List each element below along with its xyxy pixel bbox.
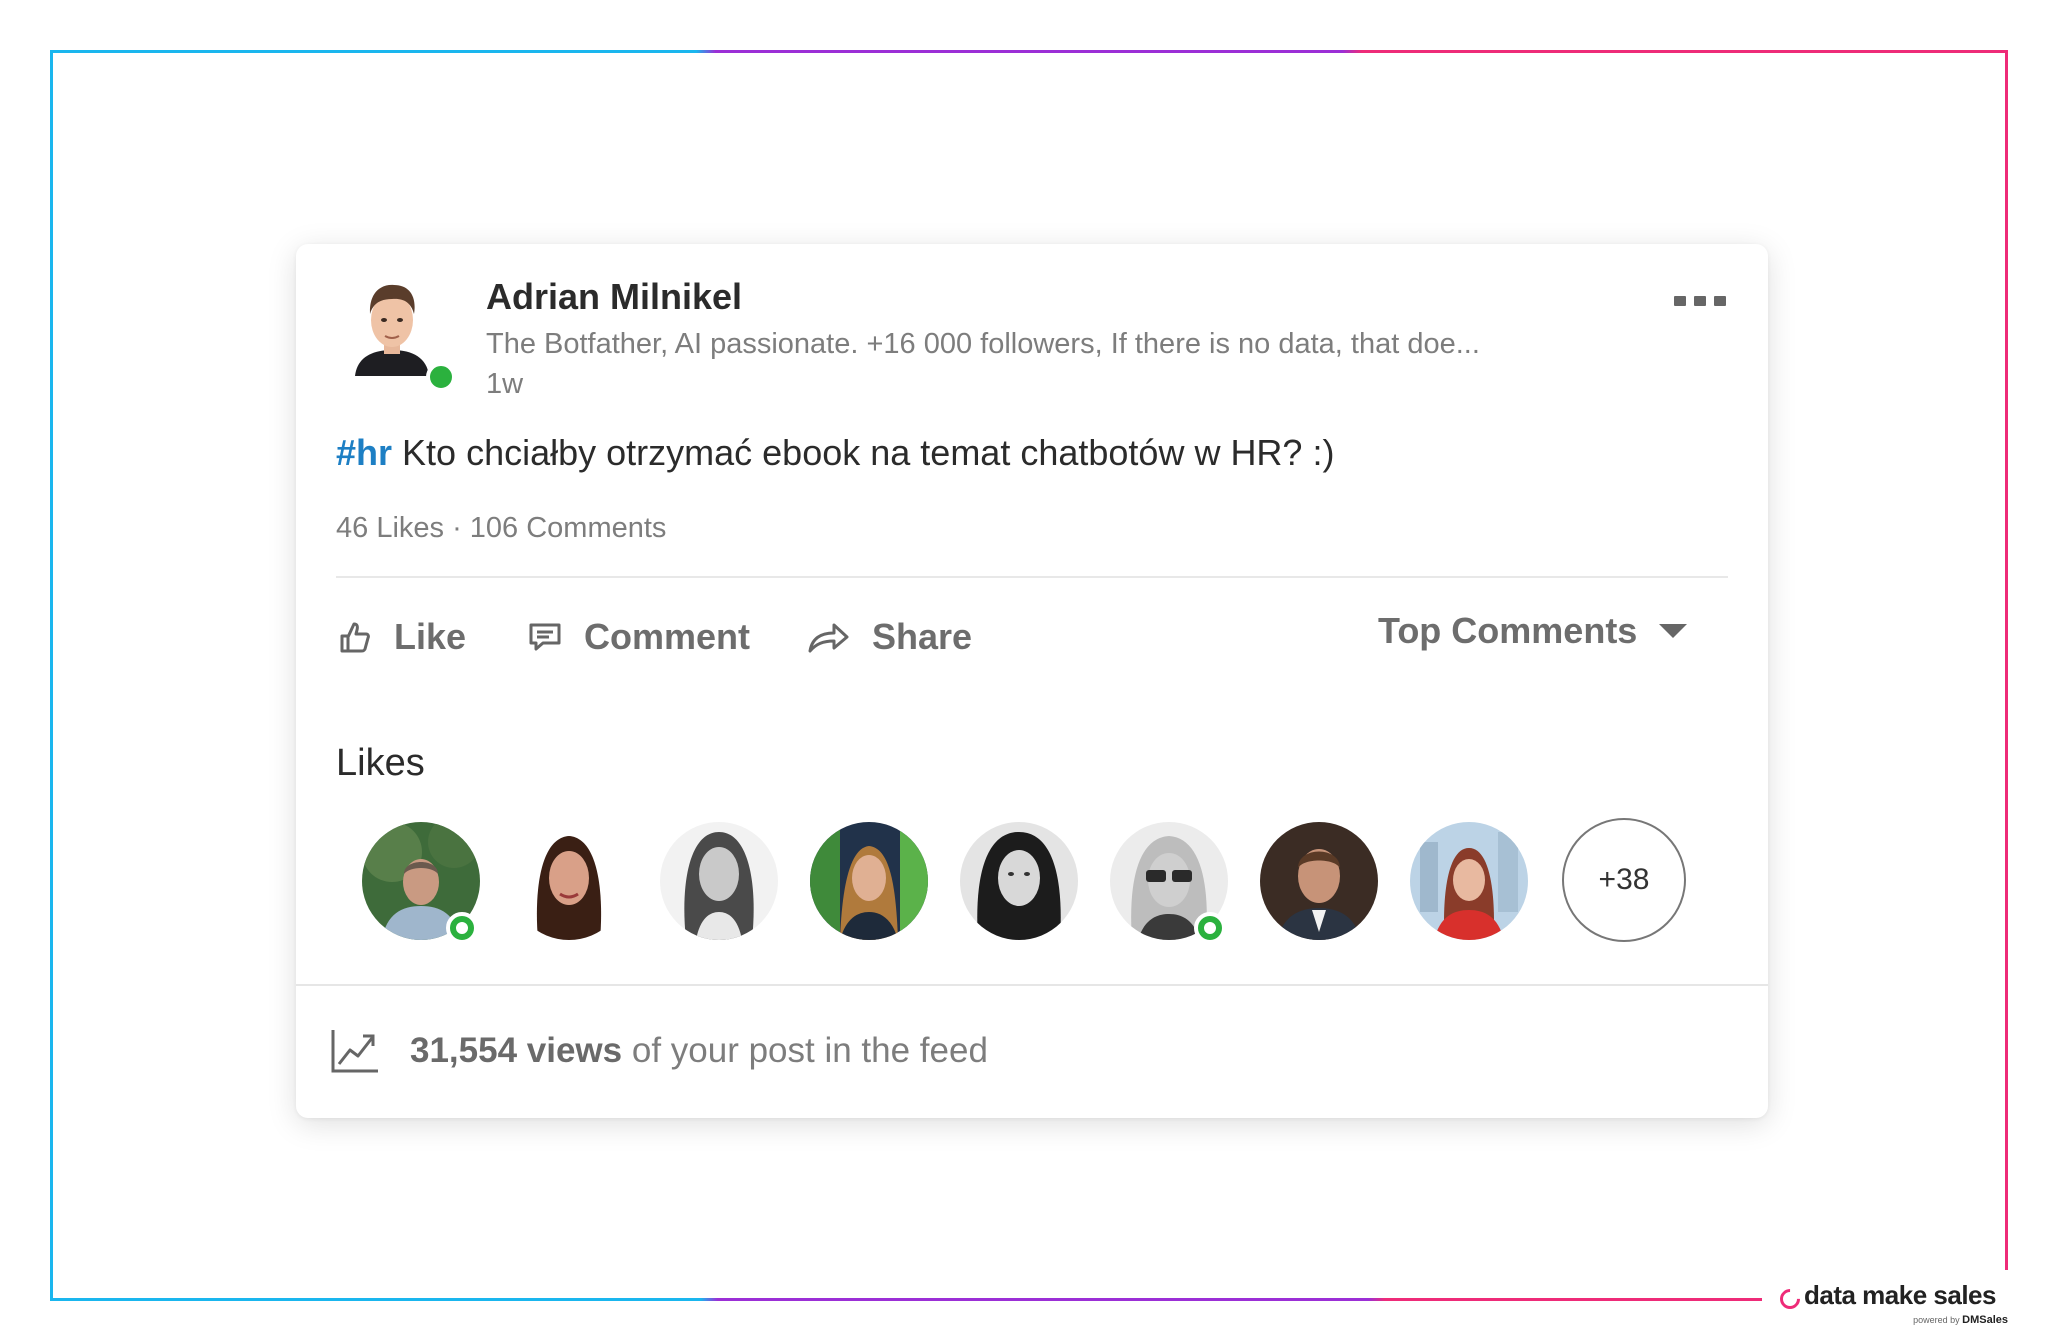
likes-heading: Likes: [336, 742, 425, 784]
hashtag-link[interactable]: #hr: [336, 432, 392, 473]
divider: [296, 984, 1768, 986]
comment-icon: [529, 623, 561, 651]
author-name[interactable]: Adrian Milnikel: [486, 276, 742, 318]
page-frame: Adrian Milnikel The Botfather, AI passio…: [0, 0, 2048, 1344]
dot: [1694, 296, 1706, 306]
dot: [1714, 296, 1726, 306]
brand-mark-icon: [1775, 1284, 1805, 1314]
share-label: Share: [872, 616, 973, 657]
author-headline: The Botfather, AI passionate. +16 000 fo…: [486, 328, 1480, 360]
like-button[interactable]: Like: [338, 612, 466, 662]
thumbs-up-icon: [340, 622, 370, 653]
online-indicator: [446, 912, 478, 944]
comment-label: Comment: [584, 616, 751, 657]
reaction-counts[interactable]: 46 Likes · 106 Comments: [336, 512, 666, 545]
liker-avatar[interactable]: [660, 822, 778, 940]
divider: [336, 576, 1728, 578]
liker-photo: [960, 822, 1078, 940]
powered-by-label: powered by: [1913, 1315, 1960, 1325]
views-count: 31,554 views: [410, 1031, 623, 1070]
online-indicator: [1194, 912, 1226, 944]
post-views[interactable]: 31,554 views of your post in the feed: [330, 1028, 988, 1074]
share-icon: [808, 623, 849, 653]
sort-label: Top Comments: [1378, 610, 1638, 651]
liker-avatar[interactable]: [1410, 822, 1528, 940]
frame-line-bottom: [50, 1298, 1762, 1301]
like-label: Like: [394, 616, 467, 657]
post-text: #hr Kto chciałby otrzymać ebook na temat…: [336, 432, 1334, 474]
liker-photo: [510, 822, 628, 940]
frame-line-top: [50, 50, 2008, 53]
chevron-down-icon: [1659, 624, 1688, 638]
post-card: Adrian Milnikel The Botfather, AI passio…: [296, 244, 1768, 1118]
more-likers-button[interactable]: +38: [1562, 818, 1686, 942]
brand-powered-by: powered by DMSales: [1913, 1314, 2008, 1326]
trending-chart-icon: [331, 1030, 378, 1073]
post-timestamp: 1w: [486, 368, 524, 400]
comment-button[interactable]: Comment: [528, 612, 750, 662]
brand-name: data make sales: [1804, 1280, 1996, 1310]
comments-sort-dropdown[interactable]: Top Comments: [1378, 610, 1688, 652]
brand-logo: data make sales powered by DMSales: [1775, 1280, 2010, 1330]
liker-photo: [1260, 822, 1378, 940]
liker-avatar[interactable]: [1260, 822, 1378, 940]
post-body: Kto chciałby otrzymać ebook na temat cha…: [392, 432, 1335, 473]
liker-photo: [810, 822, 928, 940]
frame-line-right: [2005, 50, 2008, 1270]
author-avatar[interactable]: [351, 280, 433, 376]
more-options-icon[interactable]: [1674, 296, 1734, 310]
liker-avatar[interactable]: [810, 822, 928, 940]
share-button[interactable]: Share: [806, 612, 972, 662]
frame-line-left: [50, 50, 53, 1301]
liker-avatar[interactable]: [960, 822, 1078, 940]
author-avatar-image: [355, 284, 429, 376]
liker-photo: [1410, 822, 1528, 940]
liker-avatar[interactable]: [510, 822, 628, 940]
views-suffix: of your post in the feed: [622, 1031, 988, 1070]
liker-photo: [660, 822, 778, 940]
powered-by-name: DMSales: [1962, 1314, 2008, 1326]
dot: [1674, 296, 1686, 306]
author-online-indicator: [426, 362, 456, 392]
views-text: 31,554 views of your post in the feed: [410, 1031, 988, 1071]
